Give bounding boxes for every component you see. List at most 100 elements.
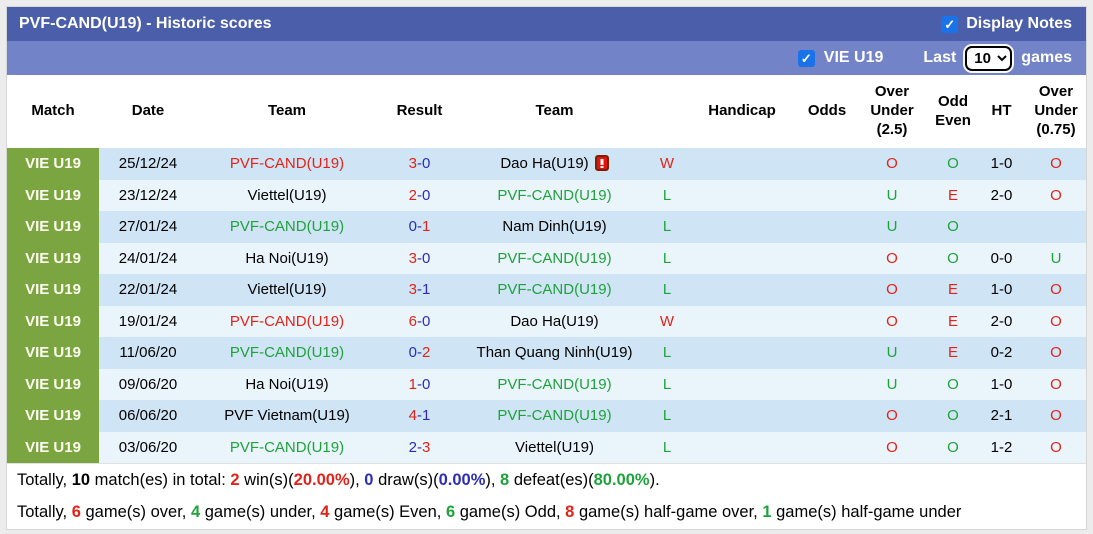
over-under-075-value (1024, 211, 1087, 243)
away-team: Dao Ha(U19) (462, 306, 647, 338)
over-under-25-letter: O (886, 281, 898, 298)
summary-segment: Totally, (17, 471, 72, 490)
home-team: Viettel(U19) (197, 274, 377, 306)
handicap-value (687, 306, 797, 338)
home-team: PVF Vietnam(U19) (197, 400, 377, 432)
home-team-name: Ha Noi(U19) (245, 250, 328, 267)
score-home: 0 (409, 344, 417, 361)
odd-even-value: O (927, 432, 979, 464)
odds-value (797, 243, 857, 275)
home-team-name: PVF-CAND(U19) (230, 344, 344, 361)
result-letter-value: L (663, 218, 671, 235)
league-badge: VIE U19 (7, 274, 99, 306)
title-bar: PVF-CAND(U19) - Historic scores Display … (7, 7, 1086, 41)
home-team: PVF-CAND(U19) (197, 306, 377, 338)
match-score: 0-1 (377, 211, 462, 243)
summary-segment: 20.00% (294, 471, 350, 490)
odds-value (797, 274, 857, 306)
over-under-25-letter: U (887, 187, 898, 204)
league-badge: VIE U19 (7, 369, 99, 401)
odd-even-letter: O (947, 250, 959, 267)
score-home: 2 (409, 187, 417, 204)
home-team: PVF-CAND(U19) (197, 337, 377, 369)
odds-value (797, 400, 857, 432)
over-under-25-value: O (857, 306, 927, 338)
col-header-odds: Odds (797, 75, 857, 148)
col-header-result: Result (377, 75, 462, 148)
match-date: 09/06/20 (99, 369, 197, 401)
odd-even-value: E (927, 306, 979, 338)
ht-score: 1-0 (979, 369, 1024, 401)
score-away: 0 (422, 187, 430, 204)
match-score: 2-0 (377, 180, 462, 212)
handicap-value (687, 369, 797, 401)
score-away: 2 (422, 344, 430, 361)
odds-value (797, 180, 857, 212)
away-team-name: Dao Ha(U19) (510, 313, 598, 330)
score-home: 0 (409, 218, 417, 235)
col-header-ht: HT (979, 75, 1024, 148)
odd-even-letter: E (948, 281, 958, 298)
table-row: VIE U1925/12/24PVF-CAND(U19)3-0Dao Ha(U1… (7, 148, 1087, 180)
table-row: VIE U1924/01/24Ha Noi(U19)3-0PVF-CAND(U1… (7, 243, 1087, 275)
page-title: PVF-CAND(U19) - Historic scores (19, 15, 272, 33)
table-row: VIE U1927/01/24PVF-CAND(U19)0-1Nam Dinh(… (7, 211, 1087, 243)
team-filter-label: VIE U19 (824, 49, 884, 67)
summary-segment: 0 (364, 471, 373, 490)
odd-even-letter: E (948, 187, 958, 204)
odds-value (797, 369, 857, 401)
score-home: 1 (409, 376, 417, 393)
league-badge: VIE U19 (7, 148, 99, 180)
home-team-name: Viettel(U19) (248, 281, 327, 298)
league-badge: VIE U19 (7, 180, 99, 212)
col-header-match: Match (7, 75, 99, 148)
league-badge: VIE U19 (7, 243, 99, 275)
away-team: PVF-CAND(U19) (462, 180, 647, 212)
odd-even-letter: E (948, 344, 958, 361)
away-team-name: PVF-CAND(U19) (497, 376, 611, 393)
historic-scores-widget: PVF-CAND(U19) - Historic scores Display … (6, 6, 1087, 530)
games-count-select[interactable]: 10 (965, 46, 1012, 71)
match-score: 3-1 (377, 274, 462, 306)
col-header-outcome (647, 75, 687, 148)
over-under-25-value: U (857, 369, 927, 401)
col-header-handicap: Handicap (687, 75, 797, 148)
over-under-075-letter: O (1050, 187, 1062, 204)
over-under-075-value: O (1024, 148, 1087, 180)
odd-even-value: O (927, 148, 979, 180)
home-team-name: Ha Noi(U19) (245, 376, 328, 393)
home-team: Ha Noi(U19) (197, 243, 377, 275)
result-letter-value: L (663, 187, 671, 204)
summary-segment: game(s) Odd, (455, 503, 565, 522)
handicap-value (687, 432, 797, 464)
match-date: 24/01/24 (99, 243, 197, 275)
summary-segment: 4 (191, 503, 200, 522)
away-team: PVF-CAND(U19) (462, 400, 647, 432)
match-date: 25/12/24 (99, 148, 197, 180)
result-letter: L (647, 243, 687, 275)
ht-score (979, 211, 1024, 243)
score-away: 3 (422, 439, 430, 456)
home-team: PVF-CAND(U19) (197, 211, 377, 243)
match-score: 6-0 (377, 306, 462, 338)
over-under-25-letter: O (886, 250, 898, 267)
result-letter: W (647, 148, 687, 180)
display-notes-label: Display Notes (966, 15, 1072, 33)
odds-value (797, 148, 857, 180)
summary-segment: 2 (230, 471, 239, 490)
result-letter: L (647, 369, 687, 401)
team-filter-checkbox[interactable] (798, 50, 815, 67)
over-under-075-letter: O (1050, 407, 1062, 424)
col-header-over-under-075: Over Under (0.75) (1024, 75, 1087, 148)
result-letter: L (647, 337, 687, 369)
match-score: 3-0 (377, 243, 462, 275)
filter-bar: VIE U19 Last 10 games (7, 41, 1086, 75)
score-home: 3 (409, 281, 417, 298)
over-under-075-letter: O (1050, 376, 1062, 393)
over-under-25-letter: U (887, 344, 898, 361)
match-date: 19/01/24 (99, 306, 197, 338)
summary-segment: 6 (72, 503, 81, 522)
ht-score: 0-2 (979, 337, 1024, 369)
display-notes-checkbox[interactable] (941, 16, 958, 33)
table-header-row: Match Date Team Result Team Handicap Odd… (7, 75, 1087, 148)
